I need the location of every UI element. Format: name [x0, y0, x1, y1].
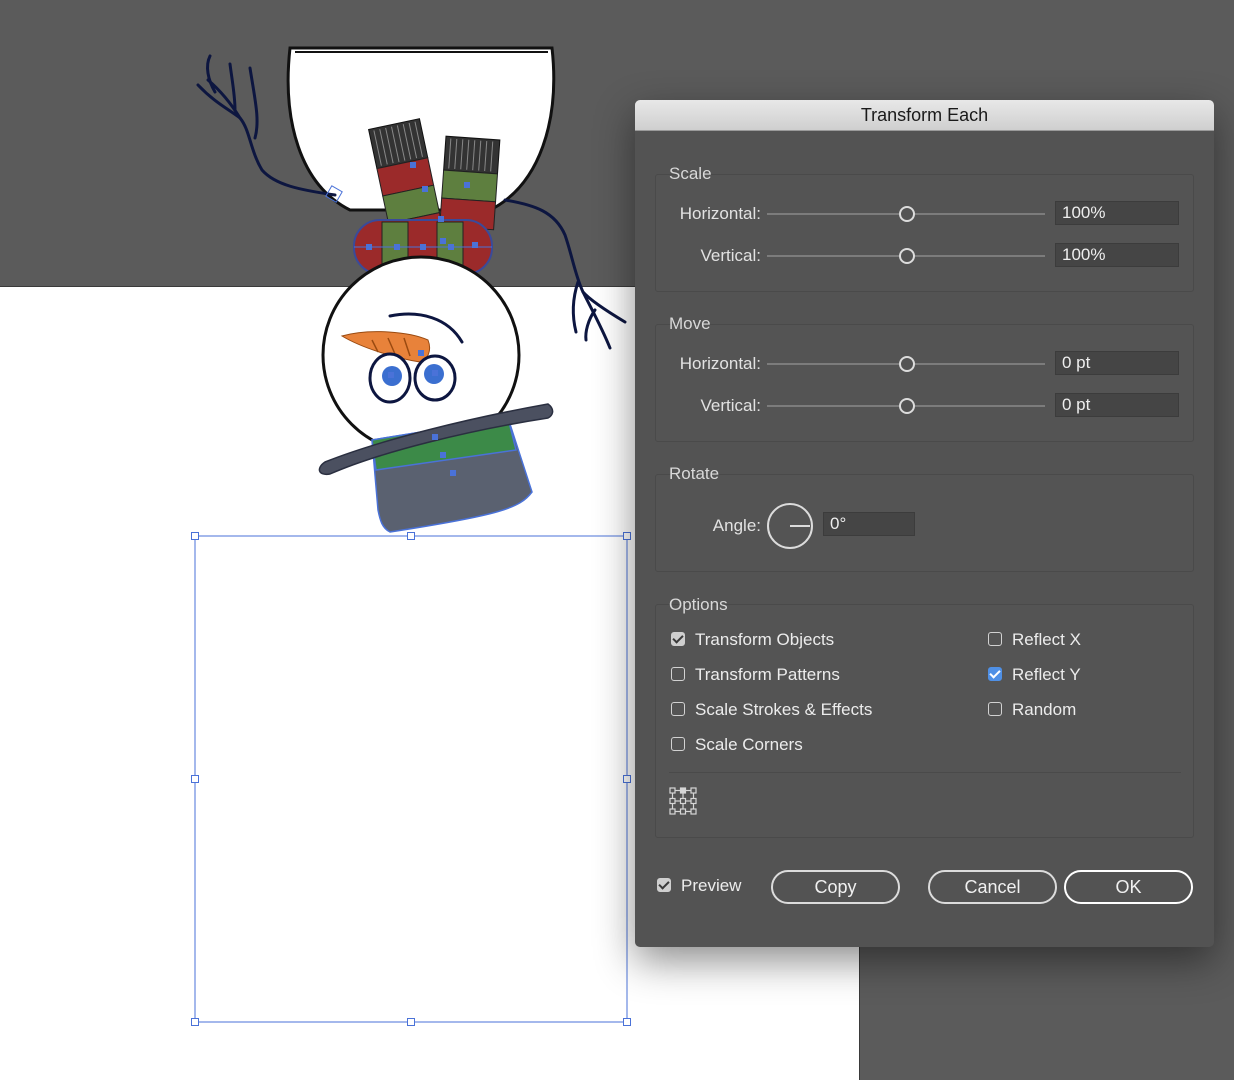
- reflect-x-checkbox[interactable]: [988, 632, 1002, 646]
- ok-button[interactable]: OK: [1064, 870, 1193, 904]
- move-horizontal-slider-thumb[interactable]: [899, 356, 915, 372]
- move-vertical-field[interactable]: 0 pt: [1055, 393, 1179, 417]
- transform-objects-label: Transform Objects: [695, 630, 835, 649]
- dialog-title[interactable]: Transform Each: [635, 100, 1214, 131]
- transform-patterns-label: Transform Patterns: [695, 665, 840, 684]
- move-horizontal-label: Horizontal:: [679, 354, 761, 373]
- scale-corners-label: Scale Corners: [695, 735, 803, 754]
- cancel-button[interactable]: Cancel: [928, 870, 1057, 904]
- scale-panel: [655, 174, 1194, 292]
- scale-horizontal-label: Horizontal:: [679, 204, 761, 223]
- move-vertical-slider-thumb[interactable]: [899, 398, 915, 414]
- scale-horizontal-slider-thumb[interactable]: [899, 206, 915, 222]
- selection-bounding-box: [191, 532, 631, 1026]
- reflect-x-label: Reflect X: [1012, 630, 1081, 649]
- options-section-title: Options: [669, 595, 728, 614]
- reflect-y-checkbox[interactable]: [988, 667, 1002, 681]
- random-label: Random: [1012, 700, 1077, 719]
- move-panel: [655, 324, 1194, 442]
- options-divider: [669, 772, 1181, 773]
- rotate-angle-label: Angle:: [712, 516, 761, 535]
- preview-label: Preview: [681, 876, 742, 895]
- scale-strokes-effects-checkbox[interactable]: [671, 702, 685, 716]
- reflect-y-label: Reflect Y: [1012, 665, 1081, 684]
- move-vertical-label: Vertical:: [700, 396, 761, 415]
- rotate-section-title: Rotate: [669, 464, 720, 483]
- scale-section-title: Scale: [669, 164, 712, 183]
- random-checkbox[interactable]: [988, 702, 1002, 716]
- move-horizontal-field[interactable]: 0 pt: [1055, 351, 1179, 375]
- right-arm-branch: [503, 198, 627, 350]
- copy-button[interactable]: Copy: [771, 870, 900, 904]
- scale-vertical-field[interactable]: 100%: [1055, 243, 1179, 267]
- reference-point-grid-icon[interactable]: [669, 787, 697, 815]
- angle-dial-icon[interactable]: [765, 501, 815, 551]
- transform-objects-checkbox[interactable]: [671, 632, 685, 646]
- transform-patterns-checkbox[interactable]: [671, 667, 685, 681]
- preview-checkbox[interactable]: [657, 878, 671, 892]
- move-section-title: Move: [669, 314, 711, 333]
- scale-strokes-effects-label: Scale Strokes & Effects: [695, 700, 873, 719]
- scale-corners-checkbox[interactable]: [671, 737, 685, 751]
- scale-vertical-label: Vertical:: [700, 246, 761, 265]
- transform-each-dialog: Transform Each Scale Horizontal: 100% Ve…: [635, 100, 1214, 947]
- scale-vertical-slider-thumb[interactable]: [899, 248, 915, 264]
- rotate-angle-field[interactable]: 0°: [823, 512, 915, 536]
- scale-horizontal-field[interactable]: 100%: [1055, 201, 1179, 225]
